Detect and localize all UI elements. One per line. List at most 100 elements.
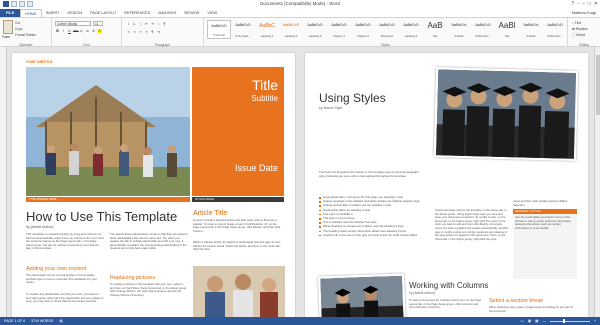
style-subtle-emphasis-2[interactable]: AaBbCcD Subtle Em... xyxy=(543,20,567,39)
subscript-button[interactable]: x₂ xyxy=(79,29,84,34)
zoom-slider-thumb[interactable] xyxy=(563,319,566,323)
help-icon[interactable]: ? xyxy=(571,1,574,7)
document-canvas[interactable]: YOUR SUBTITLE Title Subtitle Issue Date … xyxy=(7,47,600,317)
style-heading-2[interactable]: AaBbCcE Heading 2 xyxy=(279,20,303,39)
style-no-spacing[interactable]: AaBbCcD ¶ No Spac... xyxy=(231,20,255,39)
columns-article-text[interactable]: To setup a document for multiple column … xyxy=(409,298,483,310)
page-2[interactable]: Using Styles by Name Style The body text… xyxy=(305,53,588,317)
tab-page-layout[interactable]: PAGE LAYOUT xyxy=(86,9,120,17)
style-title-2[interactable]: AaBl Title xyxy=(495,20,519,39)
superscript-button[interactable]: x² xyxy=(85,29,90,34)
numbering-icon[interactable]: 1. xyxy=(132,22,137,27)
font-name-select[interactable]: Corbel (Body) xyxy=(55,21,91,26)
word-count[interactable]: 3749 WORDS xyxy=(31,317,53,325)
strikethrough-button[interactable]: abc xyxy=(73,29,79,34)
maximize-icon[interactable]: □ xyxy=(588,1,591,7)
article-heading[interactable]: How to Use This Template xyxy=(26,209,177,224)
col3-paragraph-2[interactable]: Within a sidebar article, it's helpful t… xyxy=(193,240,283,252)
col2-paragraph-1[interactable]: The search these placeholders remain in … xyxy=(110,232,188,251)
proofing-icon[interactable]: ▤ xyxy=(59,317,62,325)
user-account[interactable]: Matthew Kragi xyxy=(572,9,596,17)
close-icon[interactable]: ✕ xyxy=(594,1,598,7)
style-heading-3[interactable]: AaBbCcD Heading 3 xyxy=(303,20,327,39)
scrollbar-thumb[interactable] xyxy=(596,55,600,115)
graduates-photo[interactable] xyxy=(433,67,579,161)
align-left-button[interactable]: ≡ xyxy=(126,30,131,35)
issue-date[interactable]: Issue Date xyxy=(235,163,278,173)
highlight-button[interactable]: A xyxy=(97,29,102,34)
bullets-icon[interactable]: • xyxy=(126,22,131,27)
style-subtitle-2[interactable]: AaBbCcI Subtitle xyxy=(519,20,543,39)
style-caption-2[interactable]: AaBbCcD Caption 2 xyxy=(351,20,375,39)
title-block[interactable]: Title Subtitle Issue Date xyxy=(192,67,284,196)
justify-button[interactable]: ≡ xyxy=(144,30,149,35)
newsletter-subtitle[interactable]: Subtitle xyxy=(251,94,278,103)
styles-right-column[interactable]: name and then click Update [style] to Ma… xyxy=(513,199,577,207)
ribbon-display-icon[interactable]: ▫ xyxy=(577,1,579,7)
newsletter-title[interactable]: Title xyxy=(252,77,278,93)
col1-paragraph-1[interactable]: This newsletter is created primarily by … xyxy=(26,232,104,251)
columns-photo[interactable] xyxy=(318,273,406,317)
sidebar-article-title[interactable]: Article Title xyxy=(193,210,227,217)
zoom-in-icon[interactable]: + xyxy=(594,317,596,325)
style-heading-1[interactable]: AaBbC Heading 1 xyxy=(255,20,279,39)
columns-article-author[interactable]: by [Article Author] xyxy=(409,291,435,295)
col2-paragraph-2[interactable]: To replace a picture in this template wi… xyxy=(110,282,188,297)
align-right-button[interactable]: ≡ xyxy=(138,30,143,35)
format-painter-button[interactable]: Format Painter xyxy=(15,33,36,37)
page-count[interactable]: PAGE 1 OF 6 xyxy=(4,317,25,325)
styles-article-title[interactable]: Using Styles xyxy=(319,91,386,105)
replace-button[interactable]: ⇄ Replace xyxy=(572,27,588,31)
info-sidebar-box[interactable]: HEADING 4 STYLE Use the small tables pro… xyxy=(513,209,577,279)
zoom-out-icon[interactable]: — xyxy=(542,317,546,325)
multilevel-list-icon[interactable]: ⋮ xyxy=(138,22,143,27)
sort-icon[interactable]: ↕ xyxy=(156,22,161,27)
cut-button[interactable]: Cut xyxy=(15,21,20,25)
style-emphasis[interactable]: AaBbCcD Emphasis xyxy=(375,20,399,39)
copy-button[interactable]: Copy xyxy=(15,27,22,31)
web-layout-icon[interactable]: ▦ xyxy=(535,317,538,325)
page-1[interactable]: YOUR SUBTITLE Title Subtitle Issue Date … xyxy=(12,53,295,317)
paste-button[interactable]: Paste xyxy=(2,35,10,39)
tab-home[interactable]: HOME xyxy=(20,9,42,17)
italic-button[interactable]: I xyxy=(61,29,66,34)
hero-photo[interactable] xyxy=(26,67,190,196)
font-size-select[interactable]: 11 xyxy=(93,21,103,26)
styles-mid-column[interactable]: Access all styles used in the template o… xyxy=(435,208,509,241)
section-break-text[interactable]: When changing many types of page layout … xyxy=(489,305,577,313)
vertical-scrollbar[interactable] xyxy=(594,47,600,317)
font-color-button[interactable]: A xyxy=(91,29,96,34)
style-normal[interactable]: AaBbCcD ¶ Normal xyxy=(207,20,231,39)
minimize-icon[interactable]: – xyxy=(582,1,585,7)
section-break-heading[interactable]: Select a section break xyxy=(489,298,543,304)
col3-paragraph-1[interactable]: A column break is inserted before and af… xyxy=(193,218,283,233)
style-title[interactable]: AaB Title xyxy=(423,20,447,39)
col1-paragraph-3[interactable]: To replace any placeholder text with you… xyxy=(26,292,104,304)
style-heading-4[interactable]: AaBbCcD Heading 4 xyxy=(399,20,423,39)
list-item[interactable]: Contact Info is the name of the gray tex… xyxy=(319,233,429,238)
style-caption-1[interactable]: AaBbCcD Caption 1 xyxy=(327,20,351,39)
col1-paragraph-2[interactable]: The placeholder text for several article… xyxy=(26,273,104,285)
increase-indent-icon[interactable]: ⇥ xyxy=(150,22,155,27)
vertical-ruler[interactable] xyxy=(0,47,7,317)
sidebar-photo[interactable] xyxy=(193,266,285,317)
find-button[interactable]: ⌕ Find xyxy=(572,21,581,25)
zoom-slider[interactable] xyxy=(549,319,590,323)
line-spacing-button[interactable]: ¶ xyxy=(150,30,155,35)
tab-view[interactable]: VIEW xyxy=(203,9,221,17)
styles-intro[interactable]: The body text throughout the articles in… xyxy=(319,170,419,178)
styles-article-author[interactable]: by Name Style xyxy=(319,106,342,110)
paste-icon[interactable] xyxy=(3,20,13,34)
bold-button[interactable]: B xyxy=(55,29,60,34)
shading-button[interactable]: ⇥ xyxy=(156,30,161,35)
style-subtitle[interactable]: AaBbCcI Subtitle xyxy=(447,20,471,39)
tab-file[interactable]: FILE xyxy=(0,9,21,17)
align-center-button[interactable]: ≡ xyxy=(132,30,137,35)
col1-heading[interactable]: Adding your own content xyxy=(26,266,87,272)
tab-insert[interactable]: INSERT xyxy=(42,9,64,17)
tab-review[interactable]: REVIEW xyxy=(180,9,203,17)
tab-design[interactable]: DESIGN xyxy=(64,9,87,17)
columns-article-title[interactable]: Working with Columns xyxy=(409,281,488,290)
show-marks-icon[interactable]: ¶ xyxy=(162,22,167,27)
underline-button[interactable]: U xyxy=(67,29,72,34)
